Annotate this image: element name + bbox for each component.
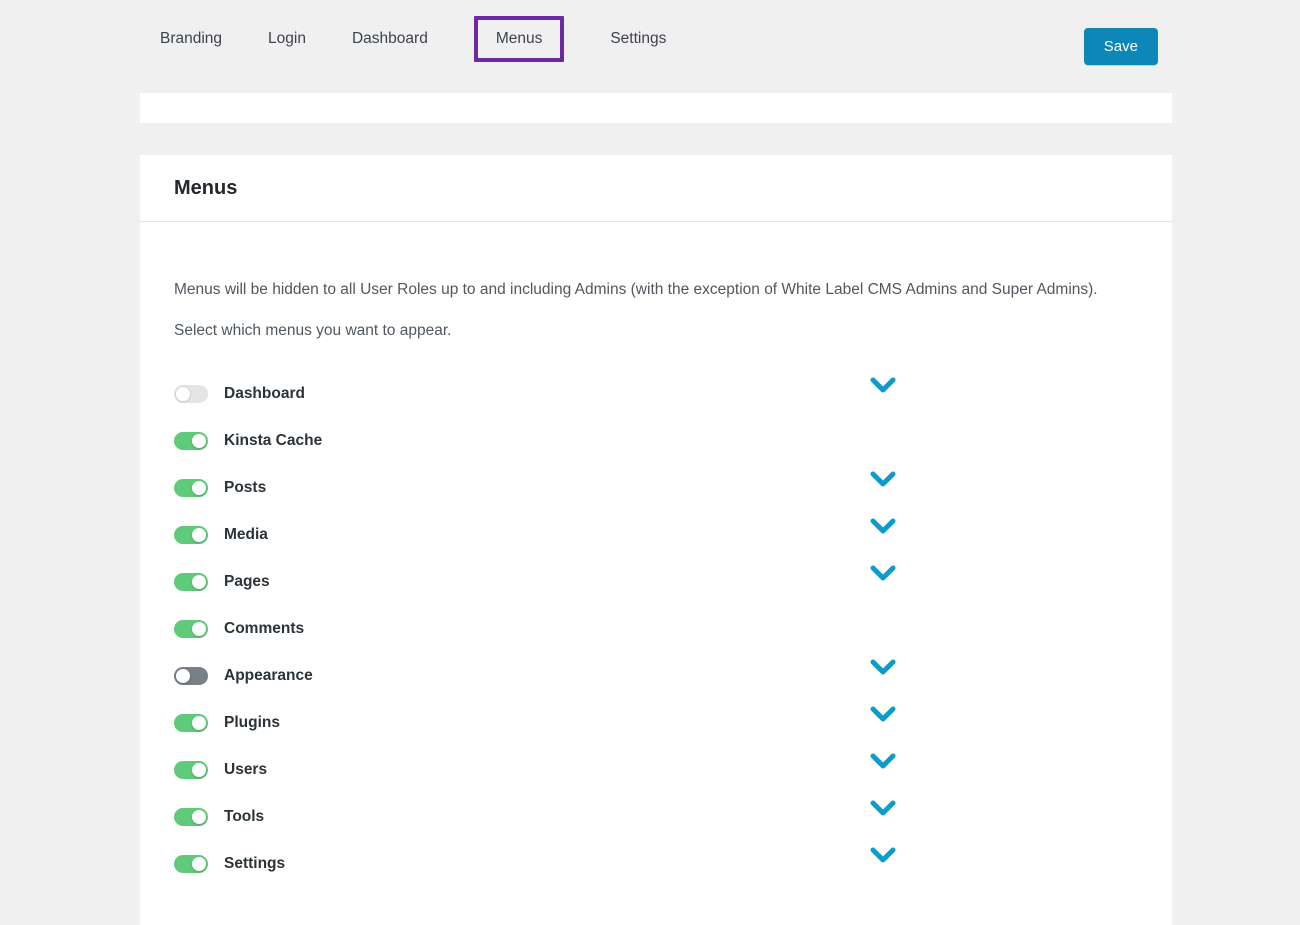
toggle-knob bbox=[192, 810, 206, 824]
panel-header: Menus bbox=[140, 155, 1172, 222]
toggle-knob bbox=[192, 857, 206, 871]
chevron-down-icon[interactable] bbox=[870, 753, 896, 770]
chevron-down-icon[interactable] bbox=[870, 847, 896, 864]
chevron-down-icon[interactable] bbox=[870, 800, 896, 817]
tab-bar: Branding Login Dashboard Menus Settings bbox=[160, 0, 666, 78]
toggle-settings[interactable] bbox=[174, 855, 208, 873]
toggle-knob bbox=[192, 434, 206, 448]
menu-label-pages: Pages bbox=[224, 573, 270, 591]
tab-dashboard[interactable]: Dashboard bbox=[352, 30, 428, 48]
menu-label-posts: Posts bbox=[224, 479, 266, 497]
panel-title: Menus bbox=[174, 177, 237, 200]
menu-row-posts: Posts bbox=[174, 464, 1138, 511]
menu-row-pages: Pages bbox=[174, 558, 1138, 605]
menu-row-comments: Comments bbox=[174, 605, 1138, 652]
chevron-down-icon[interactable] bbox=[870, 471, 896, 488]
toggle-tools[interactable] bbox=[174, 808, 208, 826]
menu-label-settings: Settings bbox=[224, 855, 285, 873]
menu-label-plugins: Plugins bbox=[224, 714, 280, 732]
instruction-text: Select which menus you want to appear. bbox=[174, 315, 1138, 346]
toggle-knob bbox=[192, 481, 206, 495]
toggle-plugins[interactable] bbox=[174, 714, 208, 732]
toggle-knob bbox=[192, 716, 206, 730]
menu-row-plugins: Plugins bbox=[174, 699, 1138, 746]
chevron-down-icon[interactable] bbox=[870, 377, 896, 394]
menu-label-appearance: Appearance bbox=[224, 667, 313, 685]
tab-branding[interactable]: Branding bbox=[160, 30, 222, 48]
toggle-appearance[interactable] bbox=[174, 667, 208, 685]
menu-label-tools: Tools bbox=[224, 808, 264, 826]
menus-panel: Menus Menus will be hidden to all User R… bbox=[140, 155, 1172, 925]
toggle-users[interactable] bbox=[174, 761, 208, 779]
toggle-knob bbox=[176, 669, 190, 683]
menu-row-dashboard: Dashboard bbox=[174, 370, 1138, 417]
menu-list: Dashboard Kinsta Cache Posts Media Pages Comm… bbox=[174, 370, 1138, 887]
menu-label-dashboard: Dashboard bbox=[224, 385, 305, 403]
toggle-dashboard[interactable] bbox=[174, 385, 208, 403]
menu-row-appearance: Appearance bbox=[174, 652, 1138, 699]
toggle-knob bbox=[192, 575, 206, 589]
toggle-pages[interactable] bbox=[174, 573, 208, 591]
toggle-posts[interactable] bbox=[174, 479, 208, 497]
chevron-down-icon[interactable] bbox=[870, 659, 896, 676]
menu-label-comments: Comments bbox=[224, 620, 304, 638]
tab-login[interactable]: Login bbox=[268, 30, 306, 48]
description-text: Menus will be hidden to all User Roles u… bbox=[174, 274, 1119, 305]
chevron-down-icon[interactable] bbox=[870, 706, 896, 723]
menu-row-tools: Tools bbox=[174, 793, 1138, 840]
tab-settings[interactable]: Settings bbox=[610, 30, 666, 48]
menu-row-kinsta-cache: Kinsta Cache bbox=[174, 417, 1138, 464]
menu-label-users: Users bbox=[224, 761, 267, 779]
chevron-down-icon[interactable] bbox=[870, 518, 896, 535]
save-button[interactable]: Save bbox=[1084, 28, 1158, 65]
toggle-knob bbox=[192, 622, 206, 636]
toggle-kinsta-cache[interactable] bbox=[174, 432, 208, 450]
toggle-comments[interactable] bbox=[174, 620, 208, 638]
menu-row-settings: Settings bbox=[174, 840, 1138, 887]
header-strip bbox=[140, 93, 1172, 123]
menu-row-media: Media bbox=[174, 511, 1138, 558]
menu-row-users: Users bbox=[174, 746, 1138, 793]
toggle-knob bbox=[192, 763, 206, 777]
top-navigation: Branding Login Dashboard Menus Settings Save bbox=[0, 0, 1300, 93]
chevron-down-icon[interactable] bbox=[870, 565, 896, 582]
tab-menus[interactable]: Menus bbox=[474, 16, 565, 62]
toggle-media[interactable] bbox=[174, 526, 208, 544]
toggle-knob bbox=[176, 387, 190, 401]
panel-body: Menus will be hidden to all User Roles u… bbox=[140, 222, 1172, 887]
toggle-knob bbox=[192, 528, 206, 542]
menu-label-media: Media bbox=[224, 526, 268, 544]
menu-label-kinsta-cache: Kinsta Cache bbox=[224, 432, 322, 450]
